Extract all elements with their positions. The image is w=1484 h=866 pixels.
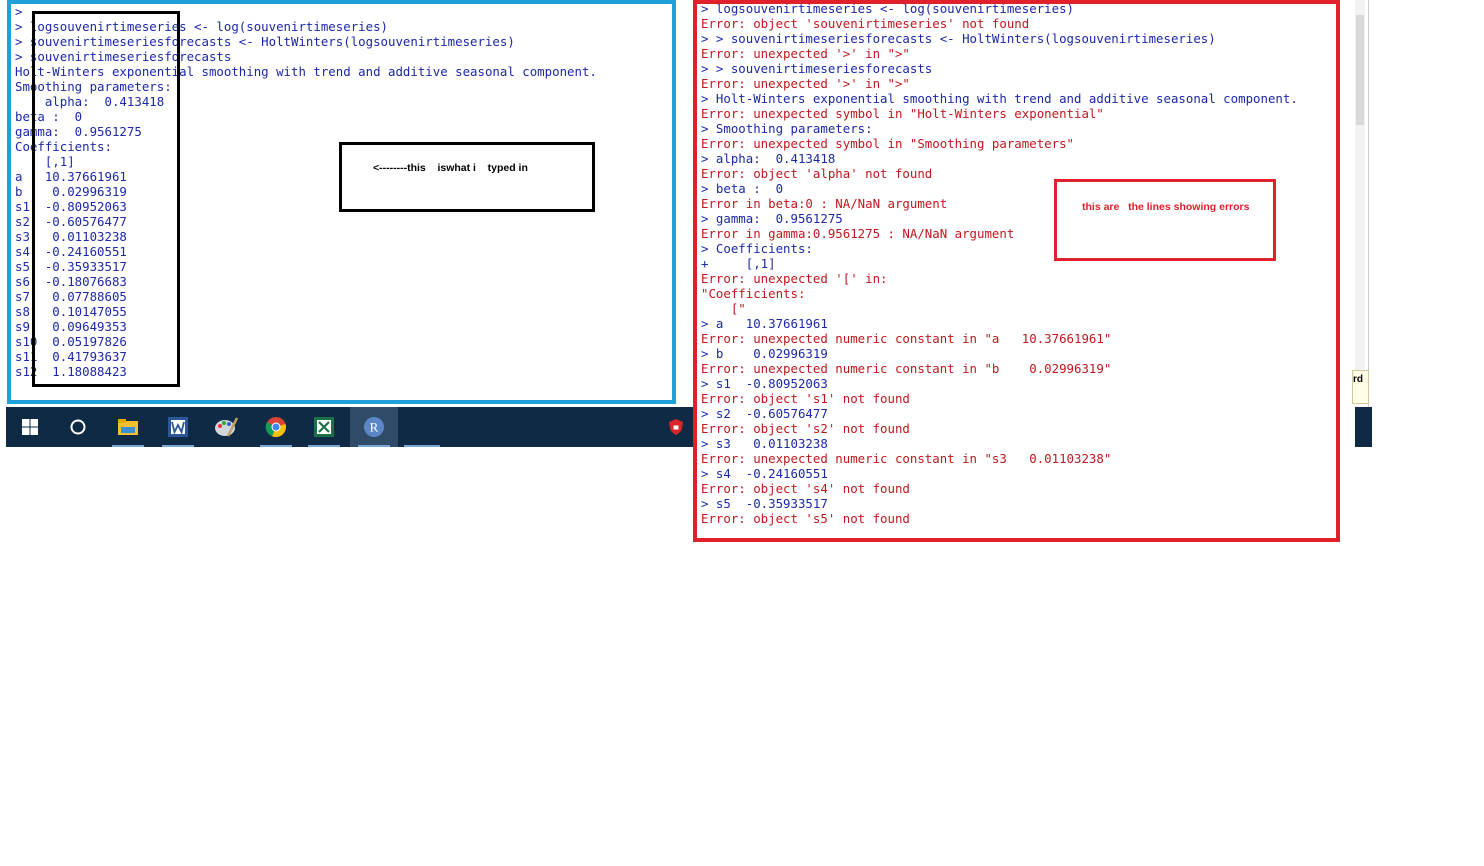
console-error-line: [" <box>701 301 746 316</box>
console-command-line: > > souvenirtimeseriesforecasts <- HoltW… <box>701 31 1216 46</box>
file-explorer-icon <box>118 419 138 435</box>
console-error-line: Error: unexpected numeric constant in "b… <box>701 361 1112 376</box>
background-window-label: rd <box>1352 370 1369 404</box>
console-command-line: > Coefficients: <box>701 241 813 256</box>
console-error-line: Error: unexpected numeric constant in "a… <box>701 331 1112 346</box>
r-icon: R <box>364 417 384 437</box>
word-icon <box>168 417 188 437</box>
console-error-line: Error: object 's1' not found <box>701 391 910 406</box>
running-indicator <box>308 445 340 447</box>
console-command-line: > > souvenirtimeseriesforecasts <box>701 61 933 76</box>
search-circle-icon <box>70 419 86 435</box>
running-indicator <box>358 445 390 447</box>
typed-in-annotation-text: <--------this iswhat i typed in <box>373 162 528 174</box>
console-command-line: > s4 -0.24160551 <box>701 466 828 481</box>
word-button[interactable] <box>154 407 202 447</box>
console-command-line: > b 0.02996319 <box>701 346 828 361</box>
console-command-line: > s1 -0.80952063 <box>701 376 828 391</box>
console-error-line: Error in beta:0 : NA/NaN argument <box>701 196 948 211</box>
running-indicator <box>260 445 292 447</box>
svg-text:R: R <box>370 420 379 435</box>
console-error-line: Error: unexpected numeric constant in "s… <box>701 451 1112 466</box>
console-command-line: > s5 -0.35933517 <box>701 496 828 511</box>
console-error-line: Error: unexpected '>' in ">" <box>701 76 910 91</box>
paint-button[interactable] <box>202 407 250 447</box>
console-error-line: Error: object 'alpha' not found <box>701 166 933 181</box>
paint-icon <box>215 417 238 437</box>
typed-input-highlight-box <box>32 11 180 387</box>
console-command-line: > beta : 0 <box>701 181 784 196</box>
console-command-line: > Smoothing parameters: <box>701 121 873 136</box>
r-button[interactable]: R <box>350 407 398 447</box>
console-error-line: Error: object 's2' not found <box>701 421 910 436</box>
shield-icon <box>669 419 683 435</box>
taskbar-fragment <box>1355 407 1372 447</box>
taskbar-blank-slot[interactable] <box>400 407 444 447</box>
window-divider <box>1368 0 1369 407</box>
excel-button[interactable] <box>300 407 348 447</box>
console-error-line: Error: object 'souvenirtimeseries' not f… <box>701 16 1030 31</box>
console-error-line: Error: unexpected '>' in ">" <box>701 46 910 61</box>
chrome-button[interactable] <box>252 407 300 447</box>
console-error-line: Error in gamma:0.9561275 : NA/NaN argume… <box>701 226 1015 241</box>
start-button[interactable] <box>6 407 54 447</box>
running-indicator <box>404 445 440 447</box>
chrome-icon <box>265 417 286 438</box>
excel-icon <box>314 417 334 437</box>
errors-annotation-text: this are the lines showing errors <box>1082 201 1250 213</box>
console-error-line: Error: object 's4' not found <box>701 481 910 496</box>
errors-annotation: this are the lines showing errors <box>1054 179 1276 261</box>
console-command-line: + [,1] <box>701 256 776 271</box>
console-command-line: > Holt-Winters exponential smoothing wit… <box>701 91 1298 106</box>
file-explorer-button[interactable] <box>104 407 152 447</box>
console-command-line: > a 10.37661961 <box>701 316 828 331</box>
search-button[interactable] <box>54 407 102 447</box>
console-error-line: "Coefficients: <box>701 286 806 301</box>
console-command-line: > <box>15 4 23 19</box>
running-indicator <box>112 445 144 447</box>
console-command-line: > s3 0.01103238 <box>701 436 828 451</box>
console-error-line: Error: object 's5' not found <box>701 511 910 526</box>
console-command-line: > alpha: 0.413418 <box>701 151 836 166</box>
right-console-panel: > logsouvenirtimeseries <- log(souvenirt… <box>693 0 1340 542</box>
console-command-line: > logsouvenirtimeseries <- log(souvenirt… <box>701 1 1074 16</box>
scrollbar-thumb[interactable] <box>1356 15 1364 125</box>
windows-start-icon <box>22 419 38 435</box>
console-error-line: Error: unexpected symbol in "Smoothing p… <box>701 136 1074 151</box>
console-error-line: Error: unexpected symbol in "Holt-Winter… <box>701 106 1104 121</box>
security-tray-button[interactable] <box>656 407 696 447</box>
console-error-line: Error: unexpected '[' in: <box>701 271 888 286</box>
windows-taskbar: R <box>6 407 693 447</box>
console-command-line: > gamma: 0.9561275 <box>701 211 843 226</box>
running-indicator <box>162 445 194 447</box>
typed-in-annotation: <--------this iswhat i typed in <box>339 142 595 212</box>
console-command-line: > s2 -0.60576477 <box>701 406 828 421</box>
